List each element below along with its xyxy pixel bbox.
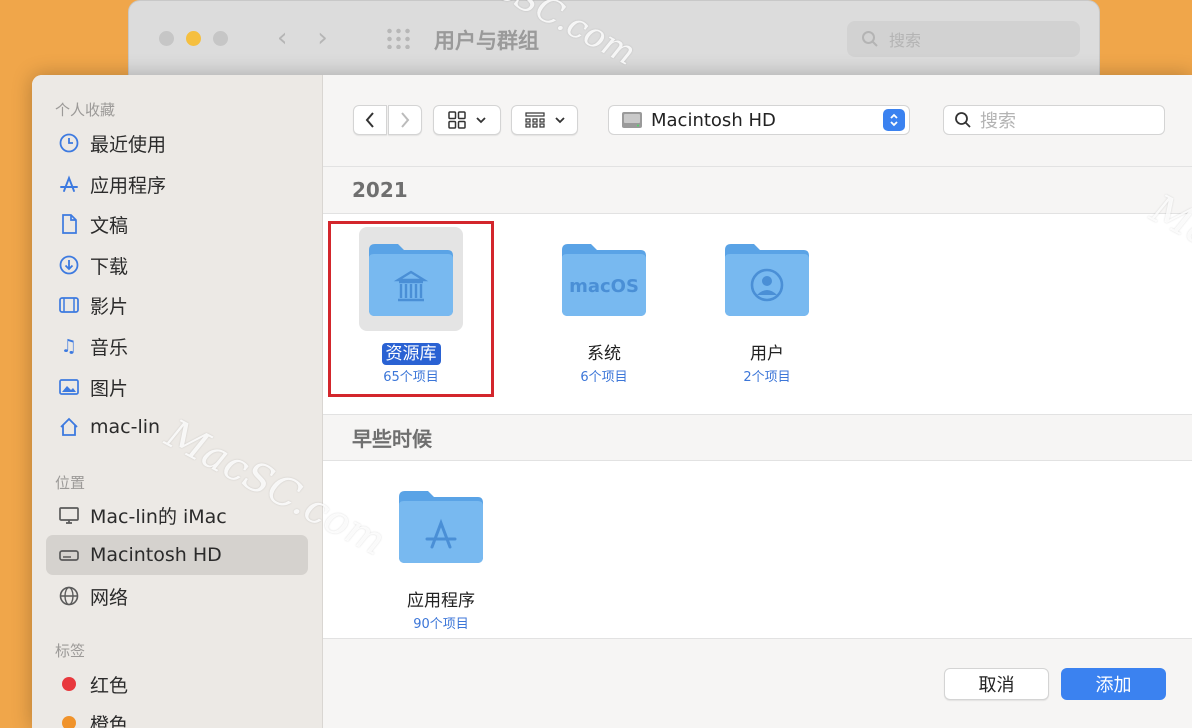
library-folder-icon: [359, 227, 463, 331]
zoom-window-dot: [213, 31, 228, 46]
forward-arrow-icon: ›: [317, 23, 328, 53]
music-note-icon: ♫: [60, 335, 78, 357]
bottom-bar: 取消 添加: [323, 638, 1192, 728]
back-arrow-icon: ‹: [277, 23, 288, 53]
sidebar: 个人收藏 最近使用 应用程序 文稿 下载 影片 ♫ 音乐 图片 mac-lin …: [32, 75, 323, 728]
file-item-library[interactable]: 资源库 65个项目: [336, 227, 486, 385]
toolbar: Macintosh HD 搜索: [323, 75, 1192, 167]
chevron-down-icon: [554, 117, 565, 124]
sidebar-item-imac[interactable]: Mac-lin的 iMac: [46, 495, 308, 535]
download-icon: [58, 254, 80, 276]
monitor-icon: [58, 504, 80, 526]
sidebar-item-label: 网络: [90, 586, 129, 609]
group-by-button[interactable]: [511, 105, 578, 135]
sidebar-item-downloads[interactable]: 下载: [46, 245, 308, 285]
sidebar-item-label: 图片: [90, 377, 129, 400]
sidebar-item-label: 橙色: [90, 713, 129, 728]
sidebar-item-movies[interactable]: 影片: [46, 285, 308, 325]
chevron-right-icon: [401, 112, 410, 128]
chevron-down-icon: [476, 117, 486, 124]
applications-folder-icon: [389, 474, 493, 578]
search-input[interactable]: 搜索: [943, 105, 1165, 135]
sidebar-item-music[interactable]: ♫ 音乐: [46, 326, 308, 366]
location-popup[interactable]: Macintosh HD: [608, 105, 910, 135]
hard-drive-icon: [622, 112, 642, 128]
file-item-applications[interactable]: 应用程序 90个项目: [366, 474, 516, 632]
chevron-left-icon: [365, 112, 374, 128]
bg-search-placeholder: 搜索: [889, 31, 922, 50]
app-store-icon: [58, 173, 80, 195]
file-item-users[interactable]: 用户 2个项目: [692, 227, 842, 385]
sidebar-item-documents[interactable]: 文稿: [46, 204, 308, 244]
sidebar-item-pictures[interactable]: 图片: [46, 367, 308, 407]
sidebar-item-label: 音乐: [90, 336, 129, 359]
sidebar-item-label: 最近使用: [90, 133, 167, 156]
bg-search-field: 搜索: [847, 21, 1080, 57]
cancel-button[interactable]: 取消: [944, 668, 1049, 700]
file-item-system[interactable]: macOS 系统 6个项目: [529, 227, 679, 385]
view-mode-button[interactable]: [433, 105, 501, 135]
macos-folder-icon: macOS: [552, 227, 656, 331]
grid-icon: [385, 27, 411, 49]
search-placeholder: 搜索: [980, 111, 1016, 132]
globe-icon: [58, 585, 80, 607]
sidebar-item-tag-red[interactable]: 红色: [46, 664, 308, 704]
sidebar-item-label: 红色: [90, 674, 129, 697]
forward-button[interactable]: [388, 105, 422, 135]
document-icon: [58, 213, 80, 235]
sidebar-item-applications[interactable]: 应用程序: [46, 164, 308, 204]
file-item-count: 65个项目: [383, 370, 439, 385]
up-down-chevron-icon: [883, 109, 905, 131]
search-icon: [862, 31, 878, 47]
sidebar-item-label: Mac-lin的 iMac: [90, 505, 227, 528]
macos-folder-label: macOS: [569, 276, 639, 297]
file-item-count: 6个项目: [580, 370, 628, 385]
icon-grid-icon: [448, 111, 466, 129]
sidebar-item-label: 下载: [90, 255, 129, 278]
sidebar-item-label: Macintosh HD: [90, 544, 222, 566]
sidebar-section-locations: 位置: [55, 474, 86, 492]
sidebar-item-tag-orange[interactable]: 橙色: [46, 703, 308, 728]
back-button[interactable]: [353, 105, 387, 135]
bg-window-title: 用户与群组: [434, 29, 539, 53]
window-controls: [159, 31, 228, 46]
orange-tag-icon: [62, 716, 76, 728]
sidebar-item-label: 应用程序: [90, 174, 167, 197]
group-header-2021: 2021: [323, 167, 1192, 214]
sidebar-item-recents[interactable]: 最近使用: [46, 123, 308, 163]
file-name: 应用程序: [407, 591, 475, 611]
clock-icon: [58, 132, 80, 154]
sidebar-section-tags: 标签: [55, 642, 86, 660]
location-label: Macintosh HD: [651, 109, 776, 131]
open-file-dialog: 个人收藏 最近使用 应用程序 文稿 下载 影片 ♫ 音乐 图片 mac-lin …: [32, 75, 1192, 728]
file-item-count: 2个项目: [743, 370, 791, 385]
sidebar-item-macintosh-hd[interactable]: Macintosh HD: [46, 535, 308, 575]
home-icon: [58, 416, 80, 438]
sidebar-item-network[interactable]: 网络: [46, 576, 308, 616]
main-panel: Macintosh HD 搜索 2021 资源库 65个项目 macOS 系统 …: [323, 75, 1192, 728]
red-tag-icon: [62, 677, 76, 691]
minimize-window-dot: [186, 31, 201, 46]
sidebar-item-label: mac-lin: [90, 416, 161, 438]
file-name: 用户: [750, 344, 784, 364]
sidebar-item-home[interactable]: mac-lin: [46, 407, 308, 447]
bg-nav-arrows: ‹ ›: [277, 21, 328, 55]
film-icon: [58, 294, 80, 316]
group-header-earlier: 早些时候: [323, 414, 1192, 461]
file-name: 系统: [587, 344, 621, 364]
group-grid-icon: [524, 112, 545, 128]
sidebar-section-favorites: 个人收藏: [55, 101, 116, 119]
sidebar-item-label: 文稿: [90, 214, 129, 237]
close-window-dot: [159, 31, 174, 46]
photo-icon: [58, 376, 80, 398]
add-button[interactable]: 添加: [1061, 668, 1166, 700]
sidebar-item-label: 影片: [90, 295, 129, 318]
file-name: 资源库: [336, 339, 486, 365]
search-icon: [955, 112, 971, 128]
disk-icon: [58, 544, 80, 566]
file-item-count: 90个项目: [413, 617, 469, 632]
users-folder-icon: [715, 227, 819, 331]
